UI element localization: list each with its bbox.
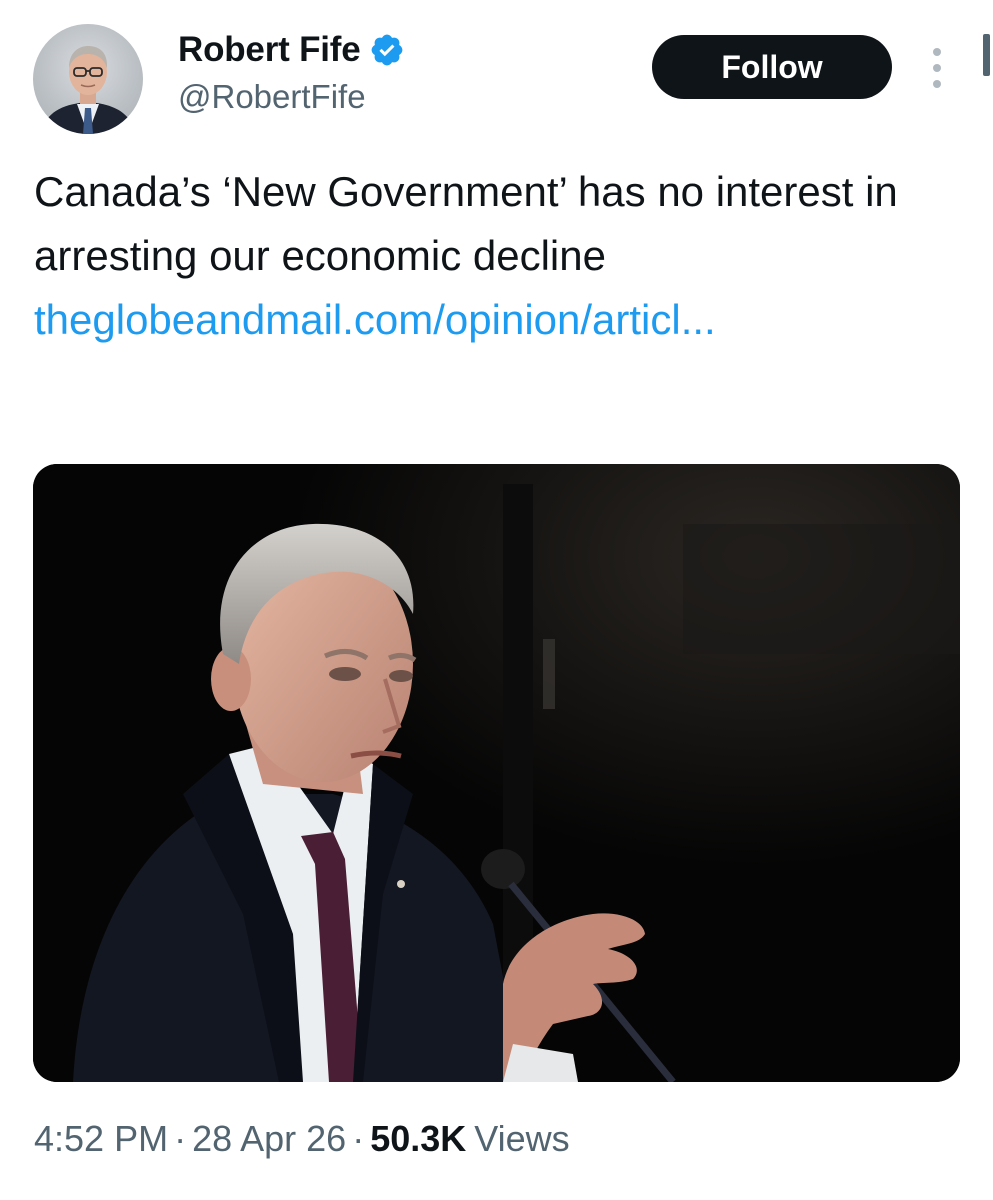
more-dot (933, 64, 941, 72)
author-display-name[interactable]: Robert Fife (178, 30, 361, 70)
tweet-date[interactable]: 28 Apr 26 (192, 1118, 346, 1159)
avatar-portrait (41, 46, 135, 134)
follow-button[interactable]: Follow (652, 35, 892, 99)
views-label: Views (474, 1118, 570, 1159)
photo-illustration (33, 464, 960, 1082)
tweet-text: Canada’s ‘New Government’ has no interes… (34, 160, 954, 352)
author-handle[interactable]: @RobertFife (178, 78, 366, 116)
views-count[interactable]: 50.3K (370, 1118, 466, 1159)
more-dot (933, 80, 941, 88)
meta-separator: · (352, 1118, 365, 1159)
tweet-meta: 4:52 PM · 28 Apr 26 · 50.3K Views (34, 1118, 570, 1160)
more-options-icon[interactable] (922, 48, 952, 88)
avatar[interactable] (33, 24, 143, 134)
more-dot (933, 48, 941, 56)
meta-separator: · (174, 1118, 187, 1159)
author-name-row: Robert Fife (178, 28, 405, 72)
tweet-media-photo[interactable] (33, 464, 960, 1082)
verified-badge-icon (369, 32, 405, 68)
tweet-link[interactable]: theglobeandmail.com/opinion/articl... (34, 296, 716, 343)
tweet-body: Canada’s ‘New Government’ has no interes… (34, 168, 898, 279)
tweet-header: Robert Fife @RobertFife Follow (0, 0, 993, 150)
edge-bar (983, 34, 990, 76)
tweet-time[interactable]: 4:52 PM (34, 1118, 168, 1159)
